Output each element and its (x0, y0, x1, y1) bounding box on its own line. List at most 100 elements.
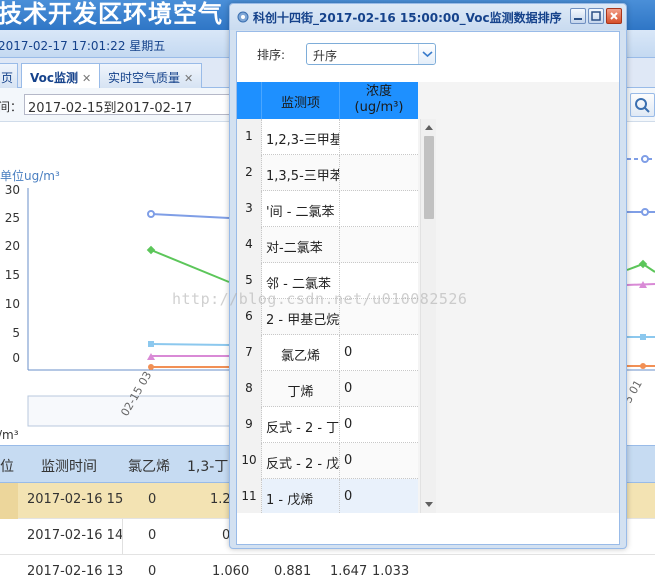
grid-cell: 1.647 (330, 564, 368, 577)
item-value: 0 (344, 453, 353, 468)
row-number: 2 (237, 155, 262, 191)
grid-cell: 1.060 (212, 564, 250, 577)
row-number: 8 (237, 371, 262, 407)
item-name: 对-二氯苯 (262, 227, 340, 263)
data-point (640, 363, 646, 369)
item-value: 0 (344, 489, 353, 504)
table-row[interactable]: 1 1,2,3-三甲基 (237, 119, 418, 155)
data-point (641, 208, 649, 216)
chevron-down-icon (422, 51, 433, 58)
legend-marker (641, 155, 649, 163)
series-line (150, 249, 230, 283)
y-tick-label: 15 (5, 268, 20, 282)
column-header-item[interactable]: 监测项 (262, 82, 340, 119)
item-name: 氯乙烯 (262, 335, 340, 371)
tab-voc-label: Voc监测 (30, 71, 78, 85)
table-row[interactable]: 3 '间 - 二氯苯 (237, 191, 418, 227)
grid-cell: 0 (148, 528, 157, 543)
range-label: 间： (0, 100, 23, 114)
data-point (640, 334, 646, 340)
grid-cell: 2017-02-16 15 (27, 492, 124, 507)
row-marker (0, 483, 18, 519)
grid-header-cell: 1,3-丁 (187, 459, 229, 475)
maximize-button[interactable] (588, 8, 604, 24)
table-body: 1 1,2,3-三甲基 2 1,3,5-三甲苯 3 '间 - 二氯苯 4 对-二氯苯 5 邻 - … (237, 119, 418, 513)
row-number: 4 (237, 227, 262, 263)
item-name: '间 - 二氯苯 (262, 191, 340, 227)
item-value (340, 191, 418, 227)
y-tick-label: 0 (12, 351, 20, 365)
tab-voc[interactable]: Voc监测 ✕ (21, 63, 101, 89)
dialog-title: 科创十四街_2017-02-16 15:00:00_Voc监测数据排序 (253, 11, 562, 25)
grid-header-cell: 氯乙烯 (128, 459, 170, 475)
scrollbar-thumb[interactable] (424, 136, 434, 219)
item-value (340, 227, 418, 263)
close-icon[interactable]: ✕ (82, 72, 91, 85)
close-icon (610, 12, 618, 20)
tab-home[interactable]: 页 (0, 63, 18, 88)
sort-order-value: 升序 (313, 49, 338, 63)
grid-header-cell: 位 (0, 459, 14, 475)
scroll-up-icon[interactable] (425, 125, 433, 130)
grid-cell: 2017-02-16 13 (27, 564, 124, 577)
item-value: 0 (344, 381, 353, 396)
maximize-icon (591, 11, 601, 21)
grid-cell: 1.033 (372, 564, 410, 577)
grid-header-cell: 监测时间 (41, 459, 97, 475)
sort-label: 排序: (257, 48, 286, 62)
grid-cell: 0.881 (274, 564, 312, 577)
watermark: http://blog.csdn.net/u010082526 (172, 290, 468, 308)
minimize-button[interactable] (570, 8, 586, 24)
tab-air-quality-label: 实时空气质量 (108, 71, 181, 85)
vertical-scrollbar[interactable] (420, 119, 436, 513)
table-row[interactable]: 10 反式 - 2 - 戊 0 (237, 443, 418, 479)
table-row[interactable]: 7 氯乙烯 0 (237, 335, 418, 371)
item-name: 1,3,5-三甲苯 (262, 155, 340, 191)
data-point (146, 245, 156, 255)
row-number: 3 (237, 191, 262, 227)
table-row[interactable]: 2 1,3,5-三甲苯 (237, 155, 418, 191)
table-row[interactable]: 8 丁烯 0 (237, 371, 418, 407)
dialog-header[interactable]: 科创十四街_2017-02-16 15:00:00_Voc监测数据排序 (230, 4, 626, 30)
row-number: 7 (237, 335, 262, 371)
item-value: 0 (344, 345, 353, 360)
chart-unit: 单位ug/m³ (0, 168, 60, 183)
item-name: 1,2,3-三甲基 (262, 119, 340, 155)
table-row[interactable]: 4 对-二氯苯 (237, 227, 418, 263)
y-tick-label: 10 (5, 297, 20, 311)
grid-cell: 0 (148, 492, 157, 507)
y-axis-ticks: 30 25 20 15 10 5 0 (5, 183, 20, 365)
scroll-down-icon[interactable] (425, 502, 433, 507)
dropdown-toggle[interactable] (418, 44, 435, 64)
current-datetime: 2017-02-17 17:01:22 星期五 (0, 39, 166, 53)
row-number: 1 (237, 119, 262, 155)
item-name: 丁烯 (262, 371, 340, 407)
search-icon (635, 98, 650, 113)
item-name: 1 - 戊烯 (262, 479, 340, 513)
app-title: 技术开发区环境空气 (0, 0, 223, 28)
sort-order-select[interactable]: 升序 (306, 43, 436, 65)
close-button[interactable] (606, 8, 622, 24)
row-number-header (237, 82, 262, 119)
series-line (150, 213, 230, 219)
table-row[interactable]: 11 1 - 戊烯 0 (237, 479, 418, 513)
y-tick-label: 25 (5, 211, 20, 225)
table-row[interactable]: 2017-02-16 13 0 1.060 0.881 1.647 1.033 (0, 555, 655, 577)
item-name: 反式 - 2 - 戊 (262, 443, 340, 479)
search-button[interactable] (630, 93, 655, 117)
table-row[interactable]: 9 反式 - 2 - 丁 0 (237, 407, 418, 443)
grid-cell: 0 (148, 564, 157, 577)
data-point (147, 210, 155, 218)
date-range-input[interactable]: 2017-02-15到2017-02-17 (24, 94, 230, 116)
row-number: 10 (237, 443, 262, 479)
y-tick-label: 20 (5, 239, 20, 253)
column-header-concentration[interactable]: 浓度(ug/m³) (340, 82, 418, 119)
y-tick-label: 5 (12, 326, 20, 340)
close-icon[interactable]: ✕ (184, 72, 193, 85)
row-number: 9 (237, 407, 262, 443)
y-tick-label: 30 (5, 183, 20, 197)
tab-air-quality[interactable]: 实时空气质量 ✕ (99, 63, 203, 88)
row-number: 11 (237, 479, 262, 513)
item-value (340, 119, 418, 155)
grid-cell: 1.2 (210, 492, 231, 507)
